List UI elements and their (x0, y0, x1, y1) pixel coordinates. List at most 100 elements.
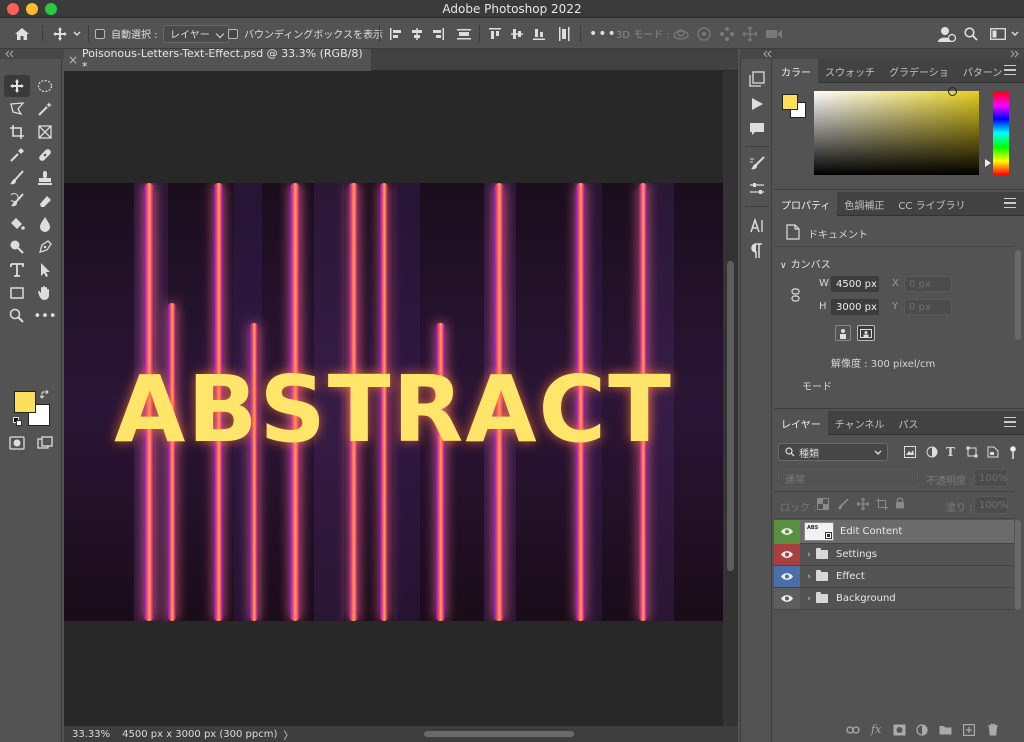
align-top-icon[interactable] (488, 18, 502, 49)
pen-icon[interactable] (32, 236, 58, 258)
lock-position-icon[interactable] (856, 497, 870, 513)
default-colors-icon[interactable] (13, 417, 23, 430)
align-center-icon[interactable] (410, 18, 424, 49)
tab-paths[interactable]: パス (891, 411, 925, 435)
distribute-horizontal-icon[interactable] (456, 18, 472, 49)
foreground-color-swatch[interactable] (14, 391, 36, 413)
panel-menu-icon[interactable] (1004, 65, 1016, 75)
swap-colors-icon[interactable] (39, 389, 50, 403)
chevron-right-icon[interactable]: › (804, 594, 814, 604)
tab-cc-libraries[interactable]: CC ライブラリ (891, 192, 972, 216)
rectangle-icon[interactable] (4, 282, 30, 304)
layers-scroll-thumb[interactable] (1015, 520, 1021, 610)
fill-field[interactable]: 100% (974, 496, 1008, 514)
canvas-section-header[interactable]: ∨ カンバス (780, 256, 831, 271)
align-right-icon[interactable] (431, 18, 445, 49)
vertical-scrollbar[interactable] (723, 71, 738, 726)
toolbar-collapse-strip[interactable] (0, 49, 64, 59)
close-tab-icon[interactable]: × (64, 53, 82, 67)
account-icon[interactable] (938, 18, 956, 49)
properties-scroll-thumb[interactable] (1015, 250, 1021, 340)
healing-brush-icon[interactable] (32, 144, 58, 166)
tab-channels[interactable]: チャンネル (828, 411, 892, 435)
hand-icon[interactable] (32, 282, 58, 304)
link-layers-icon[interactable] (846, 725, 860, 738)
edit-toolbar-icon[interactable]: ••• (32, 305, 58, 327)
magic-wand-icon[interactable] (32, 98, 58, 120)
filter-smart-object-icon[interactable] (987, 446, 999, 461)
history-icon[interactable] (747, 69, 767, 89)
eye-icon[interactable] (774, 544, 800, 565)
layer-row-edit-content[interactable]: ABS Edit Content (774, 519, 1014, 544)
opacity-field[interactable]: 100% (974, 469, 1008, 487)
tab-swatches[interactable]: スウォッチ (818, 59, 882, 83)
document-tab[interactable]: × Poisonous-Letters-Text-Effect.psd @ 33… (64, 47, 372, 73)
filter-type-icon[interactable]: T (946, 445, 955, 459)
eye-icon[interactable] (774, 566, 800, 587)
lock-pixels-icon[interactable] (837, 498, 849, 513)
layer-row-effect[interactable]: › Effect (774, 566, 1014, 588)
new-adjustment-layer-icon[interactable] (916, 724, 928, 739)
lock-transparency-icon[interactable] (817, 498, 829, 513)
auto-select-dropdown[interactable]: レイヤー (163, 18, 229, 49)
quick-mask-icon[interactable] (4, 432, 30, 454)
frame-icon[interactable] (32, 121, 58, 143)
new-layer-icon[interactable] (963, 724, 976, 739)
eraser-icon[interactable] (32, 190, 58, 212)
more-options-icon[interactable]: ••• (589, 18, 617, 49)
color-panel-foreground-swatch[interactable] (782, 94, 798, 110)
eyedropper-icon[interactable] (4, 144, 30, 166)
polygonal-lasso-icon[interactable] (4, 98, 30, 120)
adjustment-sliders-icon[interactable] (747, 179, 767, 199)
color-picker-cursor[interactable] (948, 87, 957, 96)
search-icon[interactable] (964, 18, 978, 49)
chevron-right-icon[interactable]: › (804, 572, 814, 582)
bounding-box-checkbox[interactable] (228, 18, 238, 49)
status-menu-chevron[interactable]: 〉 (283, 727, 293, 742)
landscape-orientation-icon[interactable] (857, 325, 875, 341)
elliptical-marquee-icon[interactable] (32, 75, 58, 97)
document-artwork[interactable]: ABSTRACT ABSTRACT (64, 183, 723, 621)
move-tool-icon[interactable] (4, 75, 30, 97)
hue-slider-marker[interactable] (985, 159, 991, 167)
vertical-scroll-thumb[interactable] (727, 261, 734, 571)
align-left-icon[interactable] (389, 18, 403, 49)
eye-icon[interactable] (774, 588, 800, 609)
filter-pixel-icon[interactable] (904, 446, 916, 461)
panel-menu-icon[interactable] (1004, 198, 1016, 208)
move-tool-preset-icon[interactable] (52, 18, 68, 49)
auto-select-checkbox[interactable] (95, 18, 105, 49)
x-field[interactable]: 0 px (904, 276, 952, 292)
actions-play-icon[interactable] (747, 94, 767, 114)
comments-icon[interactable] (747, 119, 767, 139)
path-selection-icon[interactable] (32, 259, 58, 281)
layer-row-background[interactable]: › Background (774, 588, 1014, 610)
chevron-down-icon[interactable] (73, 18, 81, 49)
brush-settings-icon[interactable] (747, 154, 767, 174)
delete-layer-icon[interactable] (987, 723, 999, 739)
distribute-vertical-icon[interactable] (557, 18, 571, 49)
chevron-down-icon[interactable] (1011, 18, 1019, 49)
tab-properties[interactable]: プロパティ (774, 192, 838, 216)
crop-icon[interactable] (4, 121, 30, 143)
layer-row-settings[interactable]: › Settings (774, 544, 1014, 566)
eye-icon[interactable] (774, 519, 800, 544)
type-icon[interactable] (4, 259, 30, 281)
screen-mode-icon[interactable] (32, 432, 58, 454)
link-dimensions-icon[interactable] (791, 288, 800, 305)
blend-mode-dropdown[interactable]: 通常 (778, 469, 918, 487)
filter-shape-icon[interactable] (966, 446, 978, 461)
tab-adjustments[interactable]: 色調補正 (837, 192, 891, 216)
paint-bucket-icon[interactable] (4, 213, 30, 235)
align-bottom-icon[interactable] (532, 18, 546, 49)
zoom-level[interactable]: 33.33% (72, 729, 110, 740)
tab-gradients[interactable]: グラデーショ (882, 59, 956, 83)
lock-all-icon[interactable] (895, 497, 905, 512)
brush-icon[interactable] (4, 167, 30, 189)
filter-toggle-icon[interactable] (1010, 445, 1016, 459)
horizontal-scroll-thumb[interactable] (424, 731, 574, 737)
tab-color[interactable]: カラー (774, 59, 818, 83)
paragraph-icon[interactable] (747, 241, 767, 261)
dodge-icon[interactable] (4, 236, 30, 258)
portrait-orientation-icon[interactable] (835, 325, 851, 341)
